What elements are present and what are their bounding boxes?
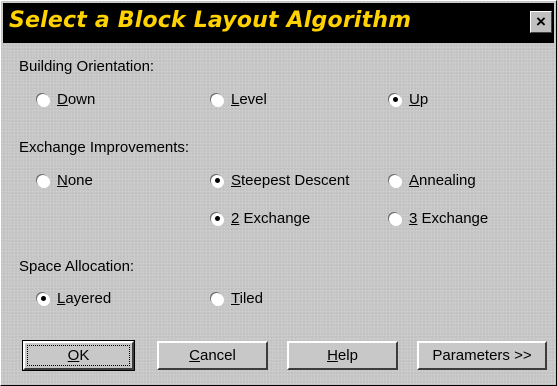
exchange-improvements-label: Exchange Improvements: bbox=[19, 139, 190, 156]
radio-circle bbox=[211, 292, 223, 305]
radio-exchange-none[interactable]: None bbox=[37, 172, 93, 189]
help-button[interactable]: Help bbox=[287, 341, 398, 370]
radio-label-annealing: Annealing bbox=[409, 172, 476, 189]
radio-label-2-exchange: 2 Exchange bbox=[231, 210, 311, 227]
radio-label-3-exchange: 3 Exchange bbox=[409, 210, 489, 227]
radio-label-none: None bbox=[57, 172, 93, 189]
close-button[interactable]: × bbox=[530, 11, 552, 33]
radio-label-level: Level bbox=[231, 91, 267, 108]
radio-label-tiled: Tiled bbox=[231, 290, 263, 307]
radio-orientation-up[interactable]: Up bbox=[389, 91, 428, 108]
ok-button[interactable]: OK bbox=[22, 340, 135, 371]
radio-circle bbox=[389, 93, 401, 106]
radio-circle bbox=[211, 212, 223, 225]
radio-circle bbox=[211, 93, 223, 106]
parameters-button[interactable]: Parameters >> bbox=[417, 341, 547, 370]
radio-space-tiled[interactable]: Tiled bbox=[211, 290, 263, 307]
radio-space-layered[interactable]: Layered bbox=[37, 290, 111, 307]
radio-orientation-level[interactable]: Level bbox=[211, 91, 267, 108]
cancel-button-label: Cancel bbox=[189, 347, 236, 364]
radio-exchange-2-exchange[interactable]: 2 Exchange bbox=[211, 210, 310, 227]
ok-button-label: OK bbox=[26, 345, 131, 366]
radio-exchange-steepest-descent[interactable]: Steepest Descent bbox=[211, 172, 349, 189]
radio-label-steepest-descent: Steepest Descent bbox=[231, 172, 350, 189]
block-layout-dialog: Select a Block Layout Algorithm × Buildi… bbox=[0, 0, 557, 386]
space-allocation-label: Space Allocation: bbox=[19, 258, 135, 275]
radio-circle bbox=[389, 212, 401, 225]
radio-label-layered: Layered bbox=[57, 290, 112, 307]
radio-exchange-3-exchange[interactable]: 3 Exchange bbox=[389, 210, 488, 227]
radio-circle bbox=[389, 174, 401, 187]
title-bar[interactable]: Select a Block Layout Algorithm × bbox=[3, 3, 554, 43]
cancel-button[interactable]: Cancel bbox=[157, 341, 268, 370]
radio-circle bbox=[37, 93, 49, 106]
radio-label-down: Down bbox=[57, 91, 96, 108]
radio-label-up: Up bbox=[409, 91, 429, 108]
dialog-title: Select a Block Layout Algorithm bbox=[9, 8, 412, 33]
radio-circle bbox=[211, 174, 223, 187]
close-icon: × bbox=[536, 12, 546, 31]
parameters-button-label: Parameters >> bbox=[432, 347, 532, 364]
help-button-label: Help bbox=[327, 347, 358, 364]
radio-orientation-down[interactable]: Down bbox=[37, 91, 95, 108]
radio-circle bbox=[37, 174, 49, 187]
building-orientation-label: Building Orientation: bbox=[19, 58, 155, 75]
radio-exchange-annealing[interactable]: Annealing bbox=[389, 172, 476, 189]
radio-circle bbox=[37, 292, 49, 305]
